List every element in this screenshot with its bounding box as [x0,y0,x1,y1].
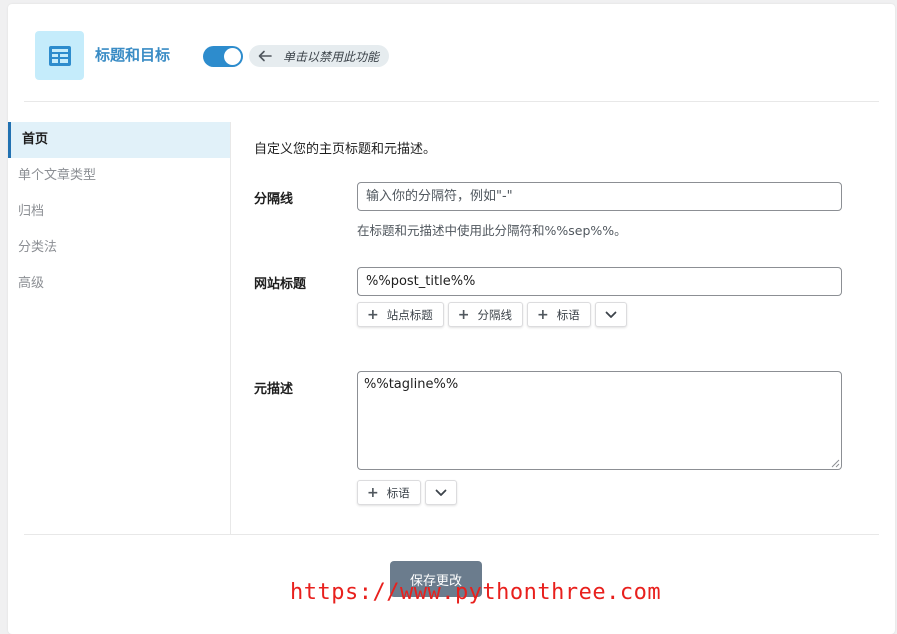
meta-description-variable-buttons: + 标语 [357,480,457,505]
separator-input[interactable] [357,182,842,211]
plus-icon: + [367,306,379,323]
button-label: 标语 [386,485,410,500]
meta-description-label: 元描述 [254,382,294,397]
plus-icon: + [536,306,549,323]
button-label: 标语 [556,307,580,322]
sidebar-item-taxonomies[interactable]: 分类法 [8,230,230,266]
site-title-input[interactable] [357,267,842,296]
chevron-down-icon [605,308,617,322]
insert-tagline-button[interactable]: + 标语 [526,302,591,327]
chevron-down-icon [435,486,447,500]
plus-icon: + [457,306,470,323]
footer-divider [24,534,879,535]
table-icon [35,31,84,80]
toggle-hint-text: 单击以禁用此功能 [283,49,380,64]
separator-label: 分隔线 [254,192,294,207]
sidebar-item-single-post-types[interactable]: 单个文章类型 [8,158,230,194]
more-variables-button[interactable] [594,302,627,327]
site-title-label: 网站标题 [254,277,307,292]
module-toggle[interactable] [203,46,243,67]
header-divider [24,101,879,102]
insert-tagline-button[interactable]: + 标语 [357,480,421,505]
more-variables-button[interactable] [424,480,457,505]
module-header: 标题和目标 单击以禁用此功能 [8,4,895,102]
intro-text: 自定义您的主页标题和元描述。 [254,142,437,157]
toggle-hint: 单击以禁用此功能 [249,45,389,67]
button-label: 分隔线 [477,307,512,322]
resize-grip-icon[interactable] [830,458,840,468]
settings-card: 标题和目标 单击以禁用此功能 首页 单个文章类型 归档 分类法 高级 自定义您的… [8,4,895,634]
sidebar-item-archives[interactable]: 归档 [8,194,230,230]
sidebar-item-advanced[interactable]: 高级 [8,266,230,302]
settings-content: 自定义您的主页标题和元描述。 分隔线 在标题和元描述中使用此分隔符和%%sep%… [230,122,880,534]
insert-separator-button[interactable]: + 分隔线 [447,302,523,327]
insert-site-title-button[interactable]: + 站点标题 [357,302,444,327]
plus-icon: + [367,484,379,501]
arrow-left-icon [257,48,273,64]
module-title: 标题和目标 [95,46,171,64]
meta-description-textarea[interactable]: %%tagline%% [357,371,842,470]
separator-help: 在标题和元描述中使用此分隔符和%%sep%%。 [357,223,627,238]
button-label: 站点标题 [386,307,433,322]
settings-sidebar: 首页 单个文章类型 归档 分类法 高级 [8,122,231,534]
toggle-knob [224,48,241,65]
sidebar-item-home[interactable]: 首页 [8,122,230,158]
watermark-text: https://www.pythonthree.com [290,580,662,605]
site-title-variable-buttons: + 站点标题 + 分隔线 + 标语 [357,302,627,327]
